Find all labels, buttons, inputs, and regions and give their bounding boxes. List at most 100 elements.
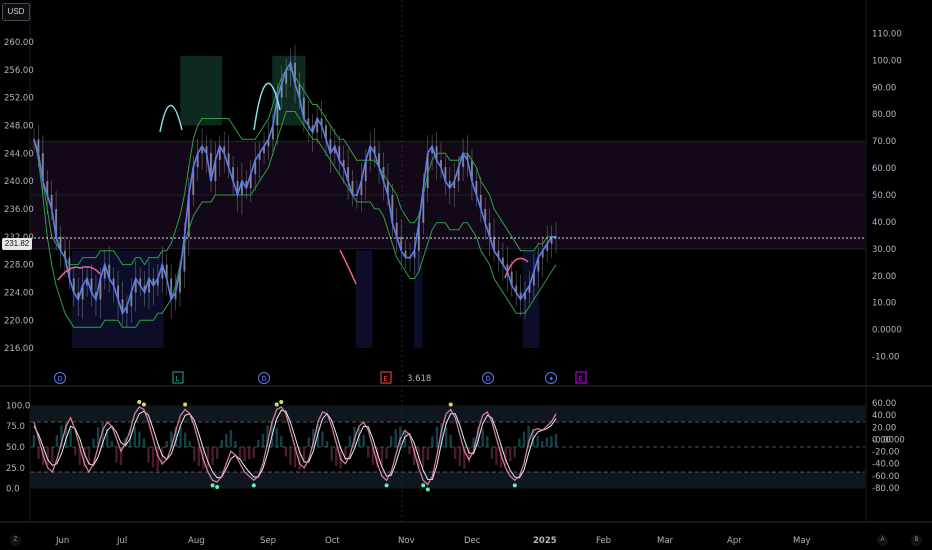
x-axis-tick: May	[793, 536, 811, 546]
osc-signal-dot	[183, 402, 188, 407]
osc-histogram-bar	[142, 438, 146, 447]
osc-histogram-bar	[188, 441, 191, 447]
osc-histogram-bar	[348, 436, 352, 447]
left-axis-tick: 244.00	[4, 149, 34, 159]
osc-histogram-bar	[229, 430, 233, 447]
signal-zone	[180, 55, 223, 126]
osc-histogram-bar	[165, 441, 168, 447]
right-axis-tick: 60.00	[872, 164, 896, 174]
osc-histogram-bar	[193, 447, 196, 462]
osc-histogram-bar	[225, 433, 228, 447]
event-marker-label: L	[175, 375, 179, 383]
left-axis-tick: 236.00	[4, 205, 34, 215]
osc-histogram-bar	[495, 447, 498, 465]
osc-histogram-bar	[330, 447, 333, 462]
osc-histogram-bar	[481, 429, 484, 447]
osc-histogram-bar	[32, 435, 36, 447]
osc-signal-dot	[512, 483, 517, 488]
right-axis-tick: 100.00	[872, 56, 902, 66]
osc-left-tick: 100.0	[6, 401, 30, 411]
signal-zone	[355, 250, 373, 348]
chart-canvas: D L D E 3.618 D ✦ E 260.00 256.00 252.00 248.00 244…	[0, 0, 932, 546]
osc-histogram-bar	[55, 435, 59, 447]
osc-histogram-bar	[284, 447, 288, 457]
osc-right-tick: -60.00	[872, 472, 899, 482]
osc-histogram-bar	[431, 436, 434, 447]
left-axis-tick: 216.00	[4, 344, 34, 354]
osc-left-tick: 0.0	[6, 485, 20, 495]
x-axis-tick: Oct	[325, 536, 340, 546]
auto-scale-button[interactable]: A	[877, 535, 888, 546]
osc-signal-dot	[251, 483, 256, 488]
osc-histogram-bar	[513, 447, 516, 458]
osc-signal-dot	[425, 487, 430, 492]
osc-left-tick: 25.0	[6, 464, 25, 474]
osc-histogram-bar	[51, 447, 54, 463]
osc-histogram-bar	[518, 438, 521, 447]
osc-histogram-bar	[385, 447, 388, 459]
osc-histogram-bar	[454, 447, 457, 459]
oscillator-panel	[30, 400, 865, 492]
osc-histogram-bar	[238, 447, 242, 459]
log-scale-button[interactable]: B	[911, 535, 922, 546]
osc-histogram-bar	[275, 427, 278, 447]
osc-histogram-bar	[243, 447, 246, 462]
osc-histogram-bar	[110, 441, 114, 447]
x-axis-tick: Aug	[188, 536, 205, 546]
osc-histogram-bar	[215, 447, 219, 459]
left-axis-tick: 260.00	[4, 38, 34, 48]
osc-signal-dot	[210, 483, 215, 488]
osc-histogram-bar	[367, 447, 370, 458]
oversold-curve	[339, 249, 357, 285]
osc-histogram-bar	[541, 441, 544, 447]
right-axis-tick: 30.00	[872, 245, 896, 255]
osc-right-tick: 40.00	[872, 411, 896, 421]
osc-signal-dot	[279, 400, 284, 404]
x-axis-tick: Feb	[596, 536, 611, 546]
overbought-curve	[159, 104, 183, 133]
osc-histogram-bar	[435, 426, 439, 447]
zoom-reset-button[interactable]: Z	[10, 535, 21, 546]
osc-histogram-bar	[197, 447, 201, 467]
current-price-tag: 231.82	[2, 238, 32, 250]
osc-right-tick: 60.00	[872, 399, 896, 409]
osc-signal-dot	[448, 402, 453, 407]
x-axis-tick: Jul	[116, 536, 127, 546]
osc-left-tick: 75.0	[6, 422, 25, 432]
osc-histogram-bar	[92, 438, 95, 447]
left-axis-tick: 224.00	[4, 288, 34, 298]
osc-left-tick: 50.0	[6, 443, 25, 453]
osc-histogram-bar	[151, 447, 155, 468]
currency-button[interactable]: USD	[2, 3, 30, 21]
osc-histogram-bar	[536, 436, 539, 447]
right-axis-tick: 70.00	[872, 137, 896, 147]
right-axis-tick: -10.00	[872, 353, 899, 363]
x-axis-tick: 2025	[533, 536, 557, 546]
osc-histogram-bar	[325, 441, 329, 447]
left-axis-tick: 256.00	[4, 66, 34, 76]
osc-histogram-bar	[115, 447, 118, 463]
osc-right-tick: 20.00	[872, 423, 896, 433]
osc-histogram-bar	[69, 429, 72, 447]
osc-histogram-bar	[234, 441, 237, 447]
osc-histogram-bar	[74, 447, 77, 456]
osc-histogram-bar	[179, 426, 182, 447]
osc-histogram-bar	[183, 432, 187, 447]
osc-right-tick: -0.0000	[872, 435, 905, 445]
osc-histogram-bar	[444, 426, 448, 447]
osc-histogram-bar	[261, 433, 265, 447]
event-marker-label: ✦	[548, 375, 554, 383]
osc-histogram-bar	[280, 436, 283, 447]
x-axis-tick: Mar	[657, 536, 674, 546]
osc-histogram-bar	[307, 437, 310, 447]
osc-signal-dot	[215, 485, 220, 489]
osc-signal-dot	[137, 400, 142, 404]
osc-histogram-bar	[550, 436, 553, 447]
osc-signal-dot	[384, 483, 389, 488]
osc-histogram-bar	[147, 447, 150, 463]
osc-right-tick: -80.00	[872, 484, 899, 494]
x-axis-tick: Dec	[464, 536, 481, 546]
osc-histogram-bar	[458, 447, 462, 467]
osc-histogram-bar	[37, 447, 40, 459]
event-marker-label: D	[485, 375, 490, 383]
